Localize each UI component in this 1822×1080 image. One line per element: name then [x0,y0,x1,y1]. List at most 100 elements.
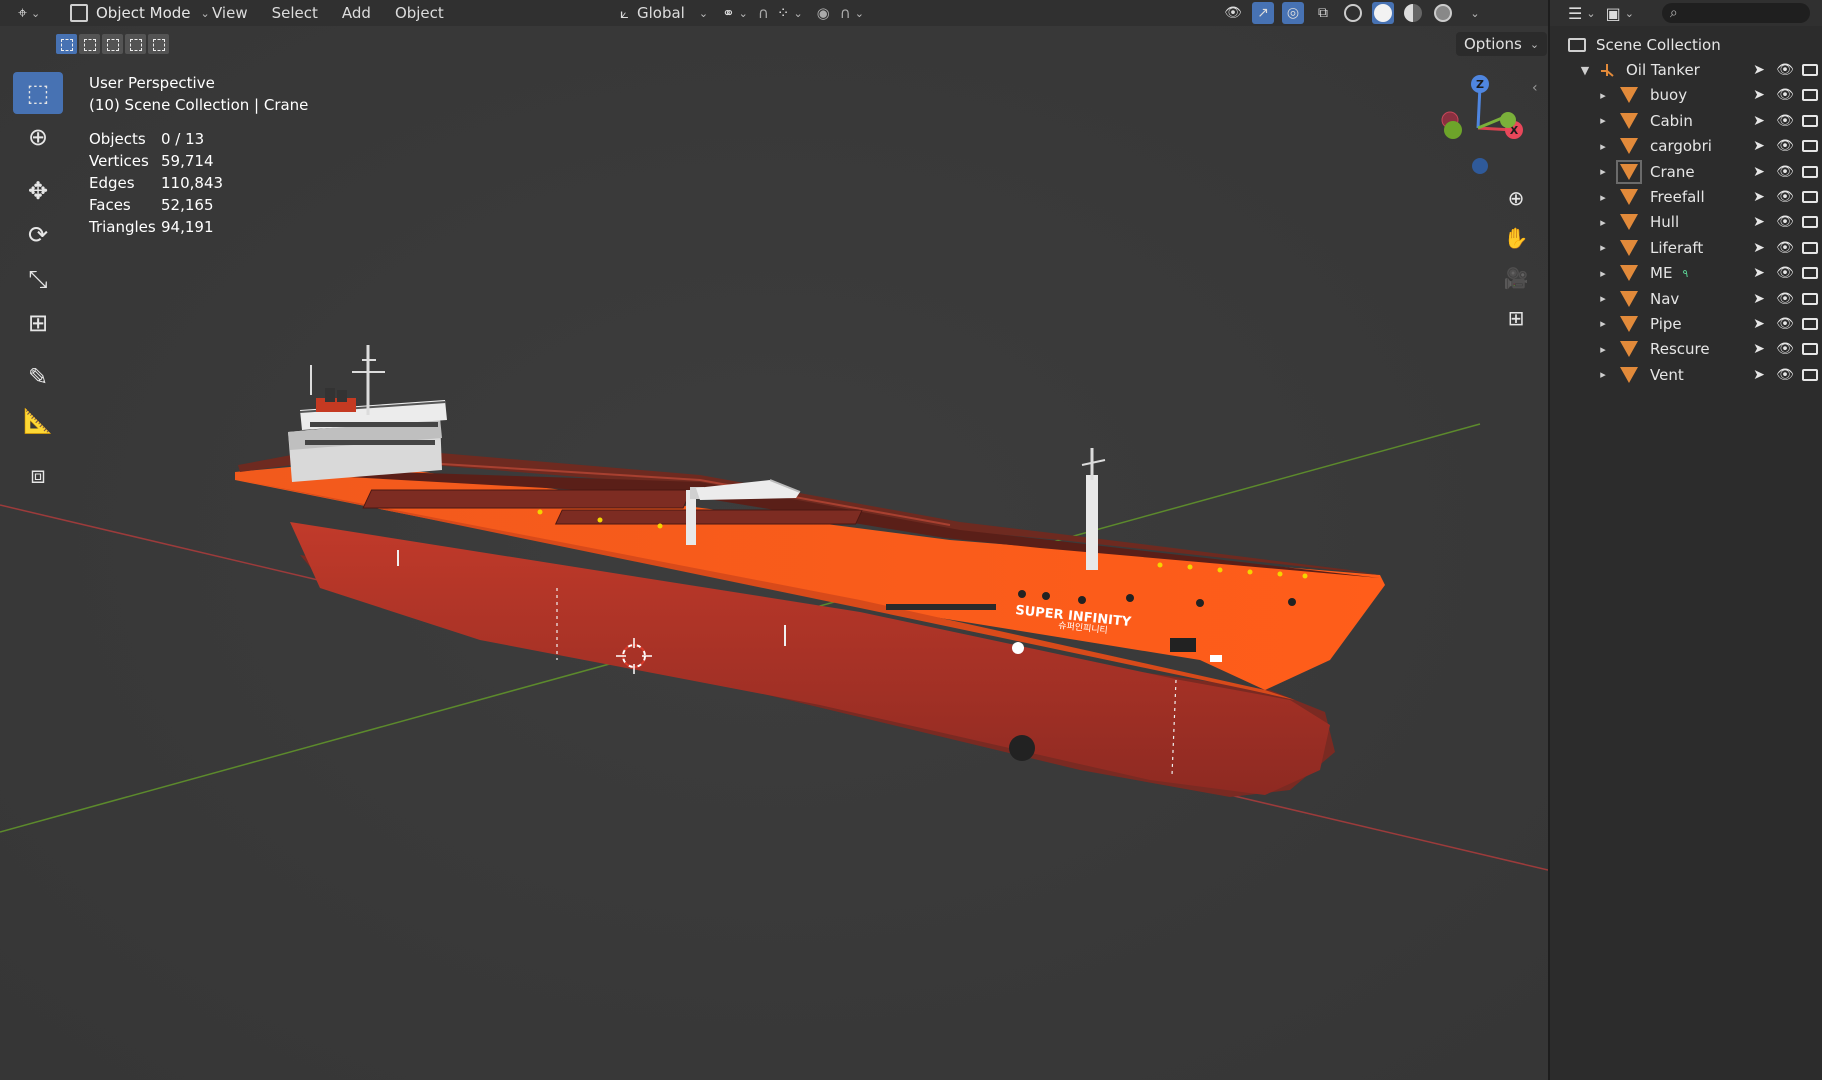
expand-arrow-icon[interactable]: ▸ [1596,241,1610,254]
gizmo-neg-z[interactable] [1472,158,1488,174]
render-monitor-icon[interactable] [1802,292,1818,305]
select-arrow-icon[interactable]: ➤ [1750,265,1768,281]
eye-icon[interactable]: 👁 [1776,62,1794,78]
outliner-item-freefall[interactable]: ▸ Freefall ➤ 👁 [1550,184,1822,209]
falloff-button[interactable]: ∩ ⌄ [840,0,864,26]
expand-arrow-icon[interactable]: ▸ [1596,216,1610,229]
camera-view-button[interactable]: 🎥 [1500,262,1532,294]
transform-orientation-select[interactable]: ⟀ Global ⌄ [620,0,708,26]
zoom-button[interactable]: ⊕ [1500,182,1532,214]
eye-icon[interactable]: 👁 [1776,189,1794,205]
select-arrow-icon[interactable]: ➤ [1750,164,1768,180]
eye-icon[interactable]: 👁 [1776,316,1794,332]
pan-button[interactable]: ✋ [1500,222,1532,254]
collection-oil-tanker[interactable]: ▼ Oil Tanker ➤ 👁 [1550,57,1822,82]
expand-arrow-icon[interactable]: ▸ [1596,89,1610,102]
outliner-item-me[interactable]: ▸ ME ٩ ➤ 👁 [1550,261,1822,286]
eye-icon[interactable]: 👁 [1776,240,1794,256]
menu-view[interactable]: View [200,0,260,26]
expand-arrow-icon[interactable]: ▸ [1596,292,1610,305]
render-monitor-icon[interactable] [1802,114,1818,127]
eye-icon[interactable]: 👁 [1776,164,1794,180]
select-arrow-icon[interactable]: ➤ [1750,113,1768,129]
outliner-item-buoy[interactable]: ▸ buoy ➤ 👁 [1550,83,1822,108]
shading-options[interactable]: ⌄ [1462,2,1484,24]
visibility-selector[interactable]: 👁 [1222,2,1244,24]
expand-arrow-icon[interactable]: ▸ [1596,368,1610,381]
render-monitor-icon[interactable] [1802,64,1818,77]
outliner-item-cabin[interactable]: ▸ Cabin ➤ 👁 [1550,108,1822,133]
shading-rendered[interactable] [1432,2,1454,24]
select-arrow-icon[interactable]: ➤ [1750,214,1768,230]
options-button[interactable]: Options ⌄ [1456,32,1548,56]
scale-tool[interactable]: ⤡ [13,258,63,300]
editor-type-button[interactable]: ⌖ ⌄ [18,0,40,26]
outliner-item-liferaft[interactable]: ▸ Liferaft ➤ 👁 [1550,235,1822,260]
pivot-point-button[interactable]: ⚭ ⌄ [722,0,748,26]
shading-material[interactable] [1402,2,1424,24]
eye-icon[interactable]: 👁 [1776,87,1794,103]
cursor-tool[interactable]: ⊕ [13,116,63,158]
eye-icon[interactable]: 👁 [1776,214,1794,230]
expand-arrow-icon[interactable]: ▸ [1596,343,1610,356]
select-new-button[interactable] [56,34,77,54]
display-mode-button[interactable]: ▣ ⌄ [1606,0,1634,26]
ortho-toggle-button[interactable]: ⊞ [1500,302,1532,334]
gizmo-y-axis[interactable] [1500,112,1516,128]
render-monitor-icon[interactable] [1802,368,1818,381]
collapse-sidebar-icon[interactable]: ‹ [1532,80,1538,96]
select-extend-button[interactable] [79,34,100,54]
expand-arrow-icon[interactable]: ▸ [1596,267,1610,280]
select-subtract-button[interactable] [102,34,123,54]
select-arrow-icon[interactable]: ➤ [1750,189,1768,205]
eye-icon[interactable]: 👁 [1776,113,1794,129]
snap-toggle[interactable]: ∩ [758,0,769,26]
render-monitor-icon[interactable] [1802,267,1818,280]
gizmo-toggle[interactable]: ↗ [1252,2,1274,24]
eye-icon[interactable]: 👁 [1776,138,1794,154]
eye-icon[interactable]: 👁 [1776,341,1794,357]
scene-collection-row[interactable]: Scene Collection [1550,32,1822,57]
outliner-item-cargobri[interactable]: ▸ cargobri ➤ 👁 [1550,134,1822,159]
render-monitor-icon[interactable] [1802,191,1818,204]
select-arrow-icon[interactable]: ➤ [1750,291,1768,307]
select-arrow-icon[interactable]: ➤ [1750,367,1768,383]
transform-tool[interactable]: ⊞ [13,302,63,344]
outliner-editor-type[interactable]: ☰ ⌄ [1568,0,1596,26]
select-arrow-icon[interactable]: ➤ [1750,62,1768,78]
render-monitor-icon[interactable] [1802,89,1818,102]
expand-arrow-icon[interactable]: ▸ [1596,140,1610,153]
render-monitor-icon[interactable] [1802,317,1818,330]
outliner-item-vent[interactable]: ▸ Vent ➤ 👁 [1550,362,1822,387]
menu-add[interactable]: Add [330,0,383,26]
render-monitor-icon[interactable] [1802,165,1818,178]
outliner-item-crane[interactable]: ▸ Crane ➤ 👁 [1550,159,1822,184]
select-box-tool[interactable]: ⬚ [13,72,63,114]
expand-arrow-icon[interactable]: ▸ [1596,165,1610,178]
expand-arrow-icon[interactable]: ▼ [1578,64,1592,77]
measure-tool[interactable]: 📐 [13,400,63,442]
snap-target-button[interactable]: ⁘ ⌄ [777,0,803,26]
select-arrow-icon[interactable]: ➤ [1750,87,1768,103]
render-monitor-icon[interactable] [1802,140,1818,153]
xray-toggle[interactable]: ⧉ [1312,2,1334,24]
3d-viewport[interactable]: SUPER INFINITY 슈퍼인피니티 ⌖ ⌄ Object Mode ⌄ V… [0,0,1548,1080]
mode-select[interactable]: Object Mode ⌄ [64,1,216,25]
rotate-tool[interactable]: ⟳ [13,214,63,256]
outliner-item-rescure[interactable]: ▸ Rescure ➤ 👁 [1550,337,1822,362]
menu-object[interactable]: Object [383,0,456,26]
expand-arrow-icon[interactable]: ▸ [1596,317,1610,330]
outliner-item-nav[interactable]: ▸ Nav ➤ 👁 [1550,286,1822,311]
expand-arrow-icon[interactable]: ▸ [1596,191,1610,204]
select-intersect-button[interactable] [148,34,169,54]
expand-arrow-icon[interactable]: ▸ [1596,114,1610,127]
navigation-gizmo[interactable]: Z X [1428,70,1538,180]
outliner-search-input[interactable]: ⌕ [1661,3,1810,23]
eye-icon[interactable]: 👁 [1776,367,1794,383]
outliner-item-hull[interactable]: ▸ Hull ➤ 👁 [1550,210,1822,235]
select-arrow-icon[interactable]: ➤ [1750,240,1768,256]
select-arrow-icon[interactable]: ➤ [1750,316,1768,332]
select-arrow-icon[interactable]: ➤ [1750,138,1768,154]
add-cube-tool[interactable]: ⧈ [13,454,63,496]
move-tool[interactable]: ✥ [13,170,63,212]
